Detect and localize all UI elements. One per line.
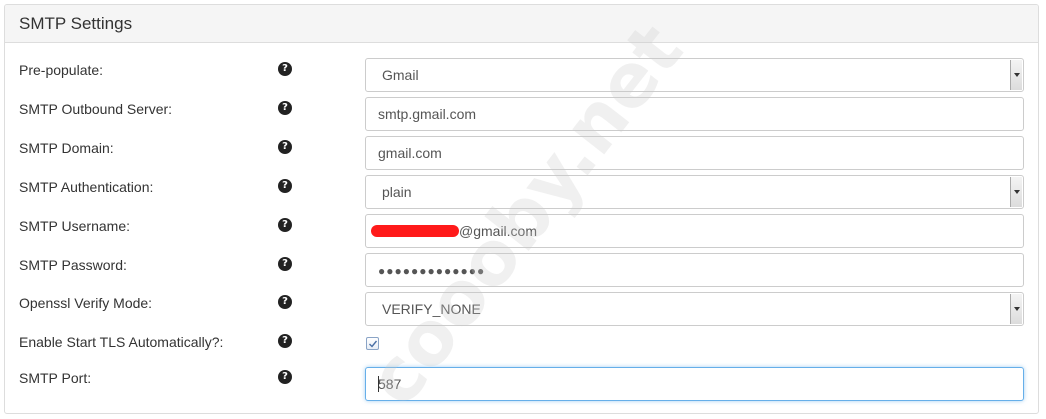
authentication-label: SMTP Authentication: <box>19 179 154 195</box>
openssl-verify-label: Openssl Verify Mode: <box>19 295 153 311</box>
outbound-server-value: smtp.gmail.com <box>378 106 477 122</box>
checkmark-icon <box>369 340 378 348</box>
port-help-icon[interactable]: ? <box>278 370 292 384</box>
openssl-verify-help-icon[interactable]: ? <box>278 295 292 309</box>
prepopulate-help-icon[interactable]: ? <box>278 62 292 76</box>
domain-help-icon[interactable]: ? <box>278 140 292 154</box>
chevron-down-icon[interactable] <box>1010 294 1022 324</box>
outbound-server-help-icon[interactable]: ? <box>278 101 292 115</box>
password-help-icon[interactable]: ? <box>278 257 292 271</box>
prepopulate-label: Pre-populate: <box>19 62 104 78</box>
outbound-server-input[interactable]: smtp.gmail.com <box>365 97 1024 131</box>
text-cursor <box>378 376 379 393</box>
authentication-help-icon[interactable]: ? <box>278 179 292 193</box>
domain-input[interactable]: gmail.com <box>365 136 1024 170</box>
chevron-down-icon[interactable] <box>1010 60 1022 90</box>
redaction-mark <box>371 225 459 238</box>
openssl-verify-select[interactable]: VERIFY_NONE <box>365 292 1024 326</box>
prepopulate-value: Gmail <box>382 67 419 83</box>
outbound-server-label: SMTP Outbound Server: <box>19 101 173 117</box>
port-value: 587 <box>378 376 402 392</box>
username-help-icon[interactable]: ? <box>278 218 292 232</box>
smtp-settings-panel: SMTP Settings Pre-populate: ? Gmail SMTP… <box>4 4 1039 414</box>
panel-title: SMTP Settings <box>5 5 1038 43</box>
domain-label: SMTP Domain: <box>19 140 114 156</box>
authentication-select[interactable]: plain <box>365 175 1024 209</box>
authentication-value: plain <box>382 184 412 200</box>
password-input[interactable]: ●●●●●●●●●●●●● <box>365 253 1024 287</box>
domain-value: gmail.com <box>378 145 442 161</box>
starttls-help-icon[interactable]: ? <box>278 334 292 348</box>
port-label: SMTP Port: <box>19 370 92 386</box>
username-label: SMTP Username: <box>19 218 130 234</box>
starttls-checkbox[interactable] <box>366 337 379 350</box>
chevron-down-icon[interactable] <box>1010 177 1022 207</box>
password-label: SMTP Password: <box>19 257 127 273</box>
starttls-label: Enable Start TLS Automatically?: <box>19 334 224 350</box>
username-input[interactable]: @gmail.com <box>365 214 1024 248</box>
port-input[interactable]: 587 <box>365 367 1024 401</box>
password-masked-value: ●●●●●●●●●●●●● <box>378 264 486 278</box>
openssl-verify-value: VERIFY_NONE <box>382 301 481 317</box>
username-value-suffix: @gmail.com <box>459 223 538 239</box>
prepopulate-select[interactable]: Gmail <box>365 58 1024 92</box>
